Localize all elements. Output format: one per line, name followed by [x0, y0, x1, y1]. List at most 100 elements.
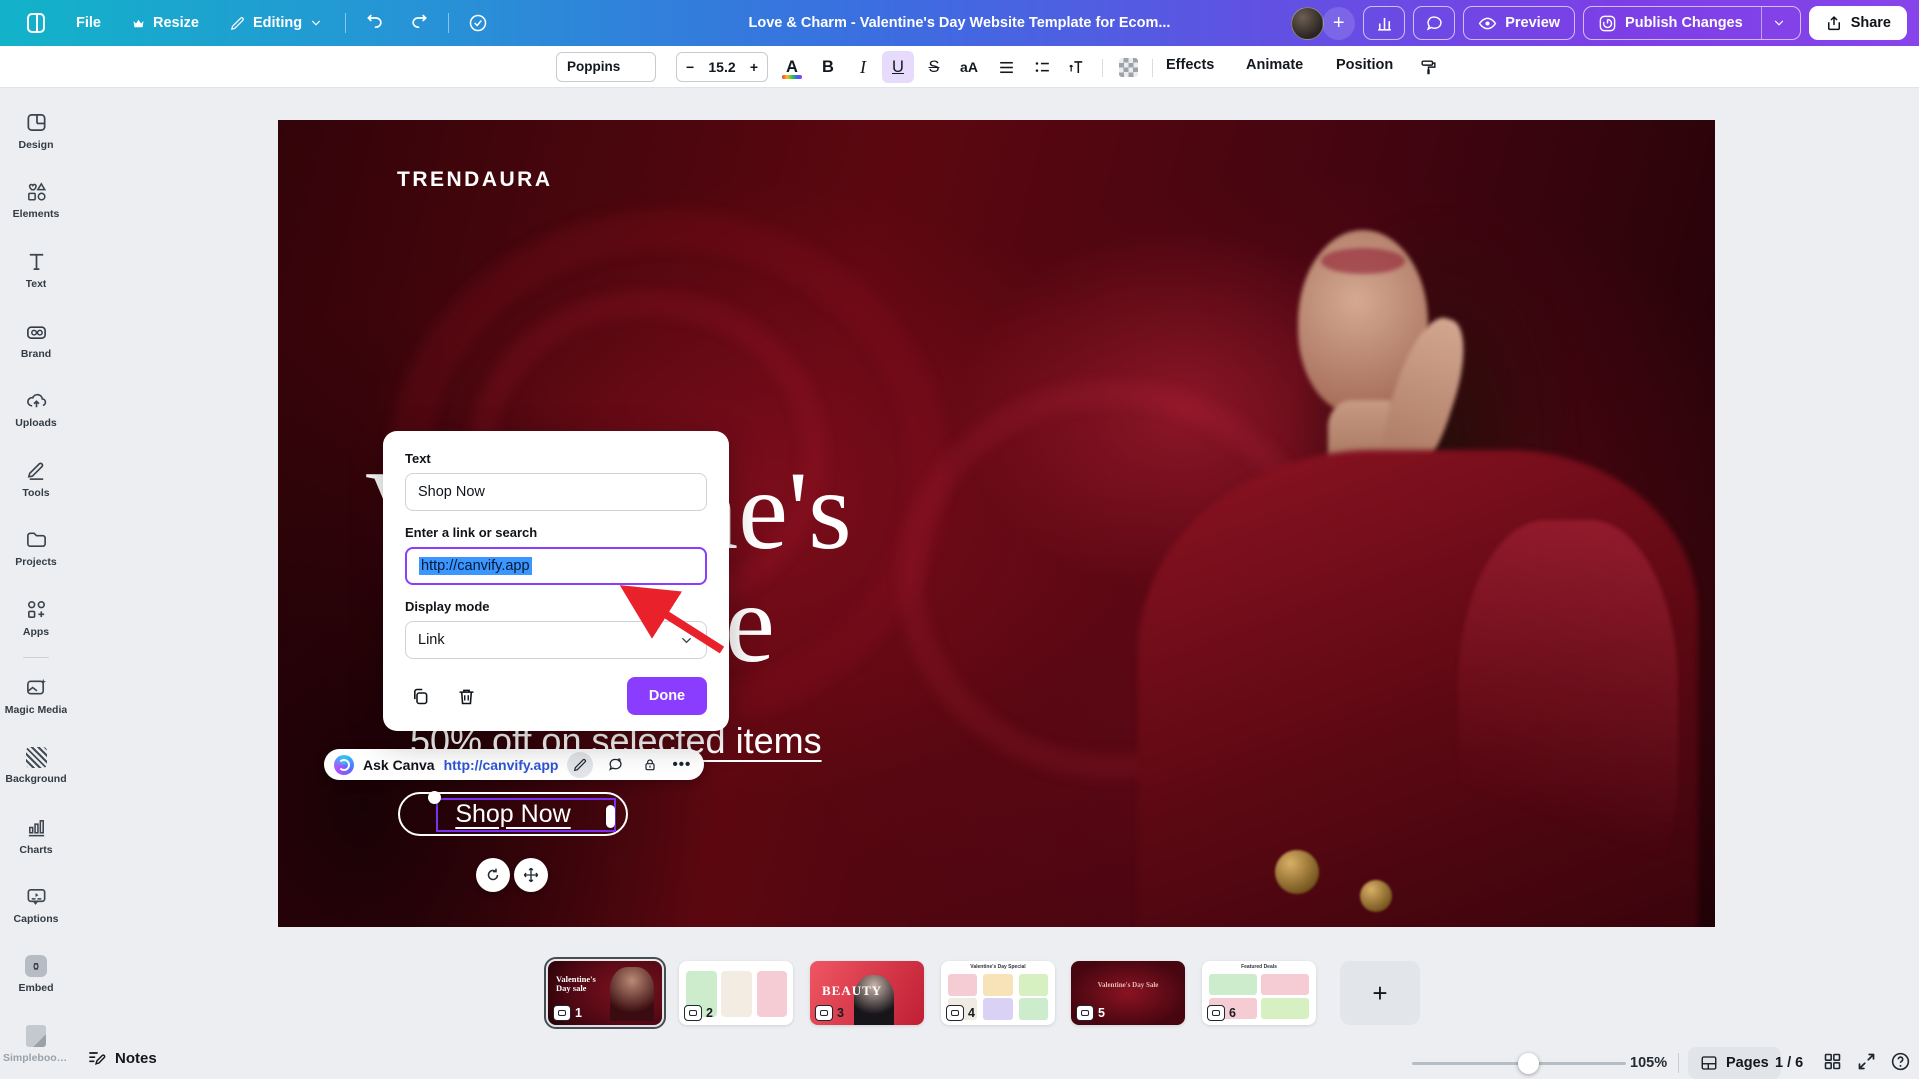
- gold-ornament: [1275, 850, 1319, 894]
- add-page-button[interactable]: +: [1340, 961, 1420, 1025]
- ask-canva-button[interactable]: Ask Canva: [363, 757, 435, 773]
- rotate-icon: [484, 866, 502, 884]
- button-text-input[interactable]: Shop Now: [405, 473, 707, 511]
- lock-button[interactable]: [637, 752, 663, 778]
- page-thumbnail-2[interactable]: 2: [679, 961, 793, 1025]
- bullet-list-icon: [1033, 58, 1052, 77]
- add-collaborator-button[interactable]: +: [1322, 7, 1355, 40]
- effects-button[interactable]: Effects: [1166, 57, 1214, 73]
- page-thumbnail-3[interactable]: BEAUTY 3: [810, 961, 924, 1025]
- page-thumbnail-5[interactable]: Valentine's Day Sale 5: [1071, 961, 1185, 1025]
- brand-logo-text[interactable]: TRENDAURA: [397, 168, 553, 192]
- font-size-value[interactable]: 15.2: [708, 59, 735, 75]
- ask-canva-icon: [334, 755, 354, 775]
- display-mode-select[interactable]: Link: [405, 621, 707, 659]
- page-thumbnail-4[interactable]: Valentine's Day Special 4: [941, 961, 1055, 1025]
- fullscreen-button[interactable]: [1856, 1051, 1877, 1072]
- strikethrough-button[interactable]: S: [918, 51, 950, 83]
- add-comment-button[interactable]: [602, 752, 628, 778]
- text-case-button[interactable]: aA: [953, 51, 985, 83]
- save-status-button[interactable]: [459, 5, 497, 41]
- font-size-increase[interactable]: +: [750, 59, 758, 75]
- sidebar-item-text[interactable]: Text: [4, 235, 68, 305]
- thumbnail-caption: Valentine's Day Special: [941, 964, 1055, 970]
- pages-panel-button[interactable]: Pages: [1688, 1047, 1781, 1079]
- animate-button[interactable]: Animate: [1246, 57, 1303, 73]
- grid-icon: [1822, 1051, 1843, 1072]
- position-button[interactable]: Position: [1336, 57, 1393, 73]
- sidebar-item-embed[interactable]: Embed: [4, 940, 68, 1010]
- copy-style-button[interactable]: [1412, 51, 1444, 83]
- comments-button[interactable]: [1413, 6, 1455, 40]
- sidebar-item-design[interactable]: Design: [4, 96, 68, 166]
- text-selection-box[interactable]: [436, 798, 616, 832]
- sidebar-item-tools[interactable]: Tools: [4, 444, 68, 514]
- selection-handle-dot[interactable]: [428, 791, 441, 804]
- zoom-level[interactable]: 105%: [1630, 1055, 1667, 1071]
- blazer-highlight: [1458, 520, 1678, 927]
- comment-bubble-icon: [1425, 14, 1444, 33]
- help-button[interactable]: [1890, 1051, 1911, 1072]
- publish-changes-button[interactable]: Publish Changes: [1583, 6, 1801, 40]
- sidebar-item-simplebook[interactable]: Simplebook...: [4, 1010, 68, 1079]
- sidebar-item-uploads[interactable]: Uploads: [4, 374, 68, 444]
- divider: [1102, 59, 1103, 77]
- underline-button[interactable]: U: [882, 51, 914, 83]
- redo-button[interactable]: [400, 5, 438, 41]
- font-name: Poppins: [567, 59, 620, 74]
- link-url-input[interactable]: http://canvify.app: [405, 547, 707, 585]
- edit-link-button[interactable]: [567, 752, 593, 778]
- text-cursor-handle[interactable]: [606, 805, 615, 828]
- italic-button[interactable]: I: [847, 51, 879, 83]
- delete-link-button[interactable]: [451, 681, 481, 711]
- align-icon: [997, 58, 1016, 77]
- link-field-label: Enter a link or search: [405, 525, 707, 540]
- chevron-down-icon: [309, 16, 323, 30]
- user-avatar[interactable]: [1291, 7, 1324, 40]
- chevron-down-icon[interactable]: [1772, 16, 1786, 30]
- share-button[interactable]: Share: [1809, 6, 1907, 40]
- list-button[interactable]: [1026, 51, 1058, 83]
- sidebar-item-projects[interactable]: Projects: [4, 513, 68, 583]
- font-size-decrease[interactable]: −: [686, 59, 694, 75]
- transparency-button[interactable]: [1112, 51, 1144, 83]
- projects-folder-icon: [25, 528, 48, 551]
- notes-button[interactable]: Notes: [86, 1048, 157, 1068]
- transparency-checker-icon: [1119, 58, 1138, 77]
- sidebar-item-captions[interactable]: Captions: [4, 870, 68, 940]
- text-color-button[interactable]: A: [776, 51, 808, 83]
- page-thumbnail-6[interactable]: Featured Deals 6: [1202, 961, 1316, 1025]
- format-toolbar: Poppins − 15.2 + A B I U S aA Effects An…: [0, 46, 1919, 88]
- sidebar-item-background[interactable]: Background: [4, 731, 68, 801]
- plus-icon: +: [1372, 978, 1387, 1009]
- rotate-handle[interactable]: [476, 858, 510, 892]
- element-link-url[interactable]: http://canvify.app: [444, 757, 559, 773]
- preview-button[interactable]: Preview: [1463, 6, 1575, 40]
- done-button[interactable]: Done: [627, 677, 707, 715]
- more-options-button[interactable]: •••: [672, 756, 691, 773]
- file-menu-button[interactable]: File: [64, 7, 113, 39]
- resize-button[interactable]: Resize: [119, 7, 211, 39]
- bold-button[interactable]: B: [812, 51, 844, 83]
- page-thumbnail-1[interactable]: Valentine's Day sale 1: [548, 961, 662, 1025]
- editing-mode-button[interactable]: Editing: [217, 7, 335, 40]
- pages-icon: [1700, 1054, 1718, 1072]
- alignment-button[interactable]: [990, 51, 1022, 83]
- undo-button[interactable]: [356, 5, 394, 41]
- grid-view-button[interactable]: [1822, 1051, 1843, 1072]
- zoom-slider[interactable]: [1412, 1062, 1626, 1065]
- sidebar-item-charts[interactable]: Charts: [4, 801, 68, 871]
- font-family-select[interactable]: Poppins: [556, 52, 656, 82]
- insights-button[interactable]: [1363, 6, 1405, 40]
- canva-home-button[interactable]: [14, 3, 58, 43]
- move-handle[interactable]: [514, 858, 548, 892]
- duplicate-link-button[interactable]: [405, 681, 435, 711]
- sidebar-item-elements[interactable]: Elements: [4, 166, 68, 236]
- sidebar-item-brand[interactable]: Brand: [4, 305, 68, 375]
- divider: [1761, 7, 1762, 39]
- spacing-button[interactable]: [1061, 51, 1093, 83]
- sidebar-item-magic-media[interactable]: Magic Media: [4, 662, 68, 732]
- zoom-slider-thumb[interactable]: [1518, 1053, 1539, 1074]
- trash-icon: [456, 686, 477, 707]
- sidebar-item-apps[interactable]: Apps: [4, 583, 68, 653]
